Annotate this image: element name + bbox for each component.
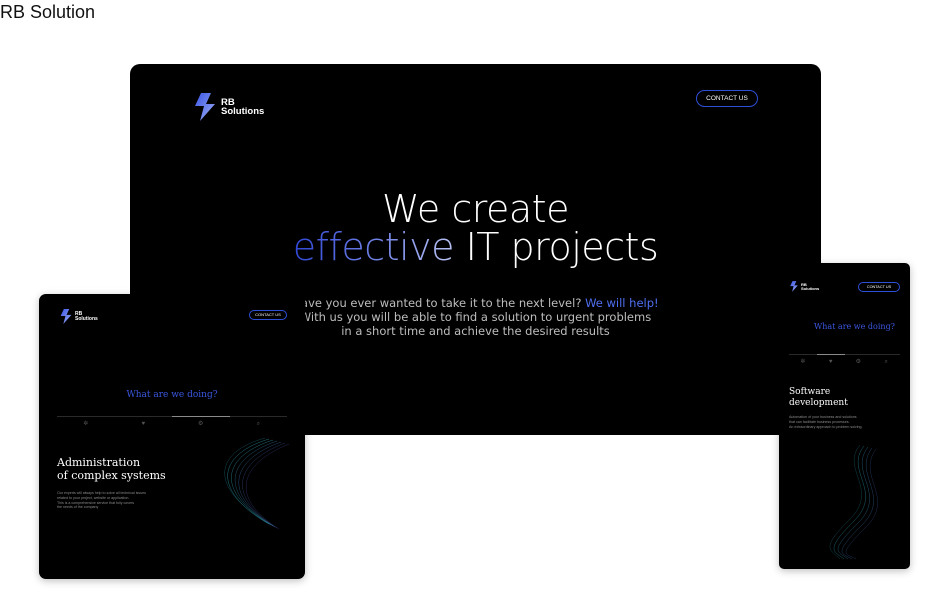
magnifier-icon: ⌕ bbox=[884, 359, 888, 365]
service-title-line2: of complex systems bbox=[57, 469, 166, 482]
service-tabs: ✲ ♥ ⚙ ⌕ bbox=[789, 354, 900, 365]
brand-name-line2: Solutions bbox=[221, 106, 265, 117]
service-description: Our experts will always help to solve al… bbox=[57, 491, 146, 510]
contact-us-button[interactable]: CONTACT US bbox=[858, 282, 900, 292]
service-tab-2[interactable]: ♥ bbox=[114, 416, 172, 427]
hero-title-line1: We create bbox=[382, 187, 569, 231]
brand-name-line2: Solutions bbox=[75, 315, 98, 322]
service-tab-4[interactable]: ⌕ bbox=[229, 416, 287, 427]
desc-line4: the needs of the company bbox=[57, 505, 99, 510]
hero-title-line2: effective IT projects bbox=[130, 228, 821, 266]
service-description: Automation of your business and solution… bbox=[789, 415, 863, 429]
tablet-mockup: RB Solutions CONTACT US What are we doin… bbox=[39, 294, 305, 579]
bolt-logo-icon bbox=[195, 93, 215, 121]
mobile-mockup: RB Solutions CONTACT US What are we doin… bbox=[779, 263, 910, 569]
cog-icon: ✲ bbox=[800, 359, 806, 365]
contact-us-button[interactable]: CONTACT US bbox=[249, 310, 287, 320]
gear-icon: ⚙ bbox=[198, 421, 204, 427]
hero-accent-word: effective bbox=[292, 225, 455, 269]
service-title: Software development bbox=[789, 387, 848, 408]
service-tab-1[interactable]: ✲ bbox=[789, 354, 817, 365]
brand-logo[interactable]: RB Solutions bbox=[59, 308, 98, 325]
hero-title-rest: IT projects bbox=[453, 225, 659, 269]
brand-logo[interactable]: RB Solutions bbox=[192, 92, 264, 122]
service-title-line1: Administration bbox=[57, 456, 141, 469]
brand-name-line2: Solutions bbox=[801, 285, 820, 291]
service-tab-3[interactable]: ⚙ bbox=[172, 416, 230, 427]
section-question: What are we doing? bbox=[814, 322, 895, 331]
service-title: Administration of complex systems bbox=[57, 456, 166, 482]
bolt-logo-icon bbox=[790, 281, 798, 292]
heart-icon: ♥ bbox=[828, 359, 833, 365]
service-tab-4[interactable]: ⌕ bbox=[872, 354, 900, 365]
heart-icon: ♥ bbox=[141, 421, 146, 427]
page-title: RB Solution bbox=[0, 2, 96, 22]
contact-us-button[interactable]: CONTACT US bbox=[696, 90, 758, 107]
service-tab-1[interactable]: ✲ bbox=[57, 416, 115, 427]
gear-icon: ⚙ bbox=[855, 359, 862, 365]
section-question: What are we doing? bbox=[126, 390, 218, 400]
hero-subtitle-help: We will help! bbox=[585, 296, 659, 310]
service-title-line1: Software bbox=[789, 387, 831, 397]
service-tab-2[interactable]: ♥ bbox=[816, 354, 845, 365]
particle-wave-graphic bbox=[224, 437, 290, 530]
particle-wave-graphic bbox=[829, 444, 878, 560]
service-tabs: ✲ ♥ ⚙ ⌕ bbox=[57, 416, 287, 427]
bolt-logo-icon bbox=[60, 308, 72, 325]
service-tab-3[interactable]: ⚙ bbox=[844, 354, 873, 365]
hero-subtitle-question: Have you ever wanted to take it to the n… bbox=[292, 296, 582, 310]
brand-logo[interactable]: RB Solutions bbox=[789, 280, 819, 293]
desc-line3: An extraordinary approach to problem sol… bbox=[789, 424, 863, 429]
magnifier-icon: ⌕ bbox=[256, 421, 260, 427]
service-title-line2: development bbox=[789, 397, 848, 408]
cog-icon: ✲ bbox=[83, 421, 89, 427]
